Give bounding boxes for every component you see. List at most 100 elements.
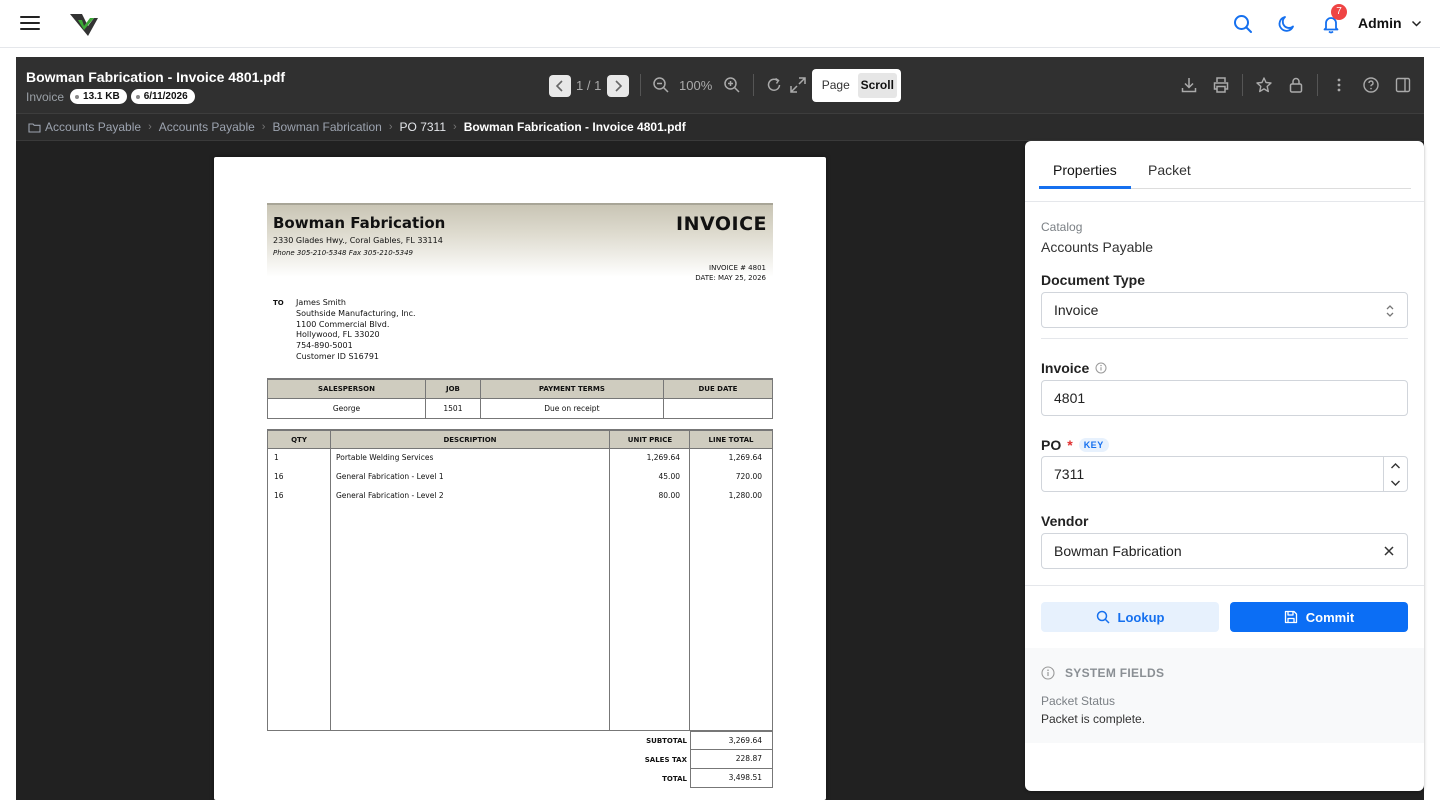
app-logo[interactable]: [68, 8, 100, 40]
toolbar-divider: [1317, 74, 1318, 96]
dark-mode-icon[interactable]: [1277, 14, 1297, 34]
chevron-right-icon: ›: [388, 121, 393, 133]
vendor-address: 2330 Glades Hwy., Coral Gables, FL 33114: [273, 236, 443, 245]
chevron-down-icon[interactable]: [1390, 479, 1401, 487]
item-description: Portable Welding Services: [336, 453, 434, 462]
print-icon[interactable]: [1212, 76, 1230, 94]
active-tab-indicator: [1039, 186, 1131, 189]
viewer-toolbar: Bowman Fabrication - Invoice 4801.pdf In…: [16, 57, 1424, 114]
sidebar-toggle-icon[interactable]: [1394, 76, 1412, 94]
document-type-select[interactable]: Invoice: [1041, 292, 1408, 328]
table-header: QTY: [291, 436, 307, 444]
table-header: DESCRIPTION: [443, 436, 497, 444]
table-row: 16 General Fabrication - Level 2 80.00 1…: [268, 491, 772, 509]
prev-page-button[interactable]: [549, 75, 571, 97]
zoom-level: 100%: [679, 78, 713, 93]
bill-to-line: Customer ID S16791: [296, 351, 379, 361]
breadcrumb-item[interactable]: Bowman Fabrication: [272, 120, 381, 134]
table-cell: [662, 397, 774, 419]
zoom-in-icon[interactable]: [723, 76, 741, 94]
date-badge: 6/11/2026: [130, 89, 195, 104]
toolbar-divider: [753, 74, 754, 96]
vendor-name: Bowman Fabrication: [273, 214, 446, 232]
item-qty: 16: [274, 472, 284, 481]
lookup-label: Lookup: [1117, 609, 1165, 625]
catalog-label: Catalog: [1041, 220, 1083, 234]
divider: [1025, 201, 1424, 202]
packet-status-value: Packet is complete.: [1041, 712, 1146, 726]
chevron-right-icon: ›: [148, 121, 152, 133]
bill-to-line: Southside Manufacturing, Inc.: [296, 308, 416, 318]
properties-panel: Properties Packet Catalog Accounts Payab…: [1025, 141, 1424, 791]
chevron-up-icon[interactable]: [1390, 462, 1401, 470]
total-label: TOTAL: [662, 775, 687, 783]
more-options-icon[interactable]: [1330, 76, 1348, 94]
info-icon[interactable]: [1095, 362, 1107, 374]
tab-properties[interactable]: Properties: [1053, 162, 1117, 178]
view-mode-toggle: Page Scroll: [812, 69, 901, 102]
breadcrumb-item[interactable]: Accounts Payable: [159, 120, 255, 134]
table-header: JOB: [425, 378, 481, 399]
commit-button[interactable]: Commit: [1230, 602, 1408, 632]
download-icon[interactable]: [1180, 76, 1198, 94]
po-input[interactable]: 7311: [1041, 456, 1408, 492]
folder-icon: [28, 122, 41, 133]
chevron-down-icon[interactable]: [1411, 18, 1422, 29]
key-badge: KEY: [1078, 438, 1109, 452]
invoice-label: Invoice: [1041, 360, 1107, 376]
menu-icon[interactable]: [20, 14, 40, 32]
invoice-date: DATE: MAY 25, 2026: [695, 274, 766, 282]
breadcrumb-item[interactable]: PO 7311: [400, 120, 446, 134]
chevron-right-icon: ›: [453, 121, 457, 133]
breadcrumb-current: Bowman Fabrication - Invoice 4801.pdf: [463, 120, 686, 134]
lookup-button[interactable]: Lookup: [1041, 602, 1219, 632]
line-items-header: QTY DESCRIPTION UNIT PRICE LINE TOTAL: [268, 431, 772, 449]
table-row: 1 Portable Welding Services 1,269.64 1,2…: [268, 453, 772, 471]
bill-to: James Smith Southside Manufacturing, Inc…: [296, 298, 416, 363]
page-count: 1 / 1: [576, 78, 602, 93]
tax-value: 228.87: [690, 750, 773, 769]
help-icon[interactable]: [1362, 76, 1380, 94]
clear-icon[interactable]: [1383, 545, 1395, 557]
table-cell: Due on receipt: [479, 397, 664, 419]
next-page-button[interactable]: [607, 75, 629, 97]
zoom-out-icon[interactable]: [652, 76, 670, 94]
lock-icon[interactable]: [1287, 76, 1305, 94]
item-line-total: 1,269.64: [728, 453, 762, 462]
breadcrumb-item[interactable]: Accounts Payable: [45, 120, 141, 134]
tax-label: SALES TAX: [644, 756, 687, 764]
select-arrows-icon: [1386, 305, 1394, 317]
tab-packet[interactable]: Packet: [1148, 162, 1191, 178]
invoice-input[interactable]: 4801: [1041, 380, 1408, 416]
document-type-value: Invoice: [1054, 302, 1099, 318]
invoice-label-text: Invoice: [1041, 360, 1090, 376]
search-icon: [1096, 610, 1110, 624]
toolbar-divider: [1242, 74, 1243, 96]
item-unit-price: 45.00: [658, 472, 680, 481]
file-size-badge: 13.1 KB: [70, 89, 127, 104]
panel-tabs: Properties Packet: [1039, 141, 1411, 189]
table-header: DUE DATE: [662, 378, 774, 399]
bill-to-line: James Smith: [296, 298, 346, 307]
po-label-text: PO: [1041, 437, 1062, 453]
bell-icon[interactable]: 7: [1321, 4, 1347, 34]
item-unit-price: 80.00: [658, 491, 680, 500]
search-icon[interactable]: [1233, 14, 1253, 34]
page-mode-button[interactable]: Page: [816, 73, 856, 98]
fullscreen-icon[interactable]: [789, 76, 807, 94]
user-menu[interactable]: Admin: [1358, 15, 1402, 31]
scroll-mode-button[interactable]: Scroll: [857, 73, 897, 98]
star-icon[interactable]: [1255, 76, 1273, 94]
notification-badge: 7: [1331, 4, 1347, 20]
info-icon: [1041, 666, 1055, 680]
toolbar-divider: [640, 74, 641, 96]
document-meta: Invoice 13.1 KB 6/11/2026: [26, 89, 195, 104]
catalog-value: Accounts Payable: [1041, 239, 1154, 255]
vendor-input[interactable]: Bowman Fabrication: [1041, 533, 1408, 569]
table-row: 16 General Fabrication - Level 1 45.00 7…: [268, 472, 772, 490]
document-type: Invoice: [26, 89, 65, 104]
divider: [1041, 338, 1408, 339]
item-description: General Fabrication - Level 2: [336, 491, 444, 500]
table-header: UNIT PRICE: [627, 436, 673, 444]
rotate-icon[interactable]: [765, 76, 783, 94]
